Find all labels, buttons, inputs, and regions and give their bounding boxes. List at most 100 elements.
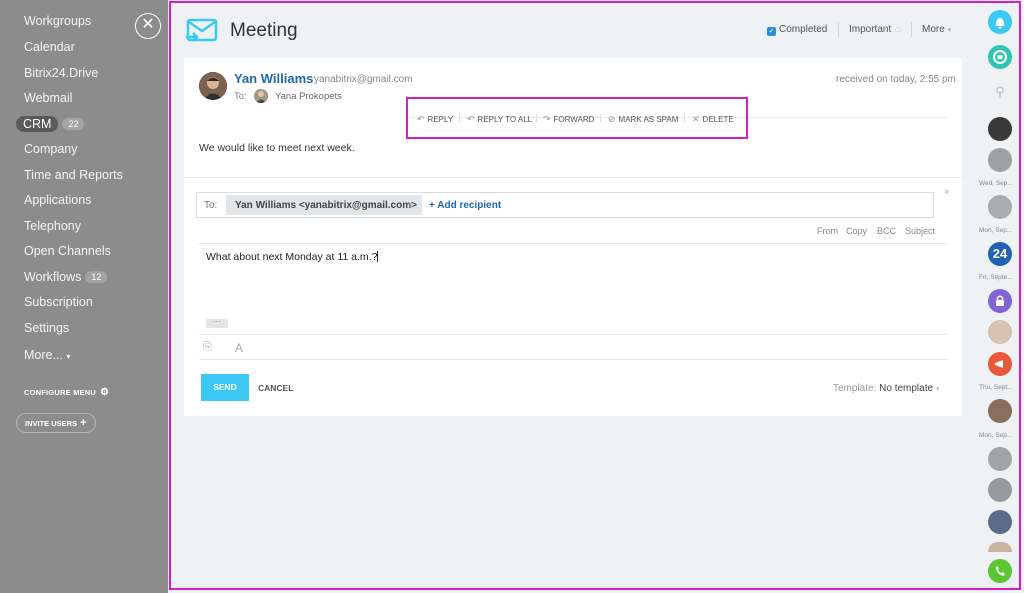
sidebar-item-open-channels[interactable]: Open Channels: [24, 244, 111, 258]
sidebar-item-applications[interactable]: Applications: [24, 193, 91, 207]
sidebar-item-telephony[interactable]: Telephony: [24, 219, 81, 233]
sender-email: yanabitrix@gmail.com: [314, 74, 413, 85]
chevron-down-icon: ▾: [66, 352, 71, 361]
sidebar-item-label: More...: [24, 348, 63, 362]
sidebar-item-company[interactable]: Company: [24, 142, 78, 156]
important-label: Important: [849, 24, 892, 35]
contact-avatar[interactable]: [988, 399, 1012, 423]
contact-avatar[interactable]: [988, 447, 1012, 471]
call-button[interactable]: [988, 559, 1012, 583]
sidebar-item-subscription[interactable]: Subscription: [24, 295, 93, 309]
sidebar-item-label: Subscription: [24, 295, 93, 309]
divider: [184, 177, 962, 178]
add-recipient-link[interactable]: + Add recipient: [429, 200, 501, 211]
template-value: No template: [879, 383, 934, 394]
contact-avatar[interactable]: [988, 117, 1012, 141]
editor-text: What about next Monday at 11 a.m.?: [206, 251, 378, 263]
sidebar-item-label: Time and Reports: [24, 168, 123, 182]
remove-recipient-icon[interactable]: ×: [408, 200, 413, 210]
chat-icon: [993, 50, 1007, 64]
sidebar-item-label: CRM: [16, 116, 59, 132]
contact-avatar[interactable]: [988, 148, 1012, 172]
contact-avatar[interactable]: [988, 320, 1012, 344]
copy-option[interactable]: Copy: [846, 226, 867, 236]
contact-date: Mon, Sep...: [979, 432, 1013, 439]
close-slider-button[interactable]: ✕: [135, 13, 161, 39]
sidebar-item-workflows[interactable]: Workflows 12: [24, 270, 108, 284]
avatar-photo: [254, 89, 268, 103]
message-body: We would like to meet next week.: [199, 142, 355, 154]
from-option[interactable]: From: [817, 226, 838, 236]
recipient-avatar: [254, 89, 268, 103]
sidebar-item-time-reports[interactable]: Time and Reports: [24, 168, 123, 182]
to-label: To:: [234, 91, 247, 102]
contact-avatar[interactable]: [988, 195, 1012, 219]
contact-avatar[interactable]: [988, 510, 1012, 534]
sidebar-item-label: Workgroups: [24, 14, 92, 28]
search-icon: ⚲: [995, 84, 1005, 99]
sidebar-item-label: Calendar: [24, 40, 75, 54]
divider: [838, 22, 839, 37]
counter-badge: 12: [85, 271, 108, 283]
announcement-chat-button[interactable]: [988, 352, 1012, 376]
counter-badge: 22: [62, 118, 85, 130]
received-timestamp: received on today, 2:55 pm: [836, 74, 956, 85]
template-selector[interactable]: Template: No template ▾: [833, 383, 939, 394]
sidebar-item-label: Workflows: [24, 270, 82, 284]
send-button[interactable]: SEND: [201, 374, 249, 401]
sidebar-item-crm[interactable]: CRM 22: [16, 116, 85, 132]
sidebar-item-label: Webmail: [24, 91, 73, 105]
private-chat-button[interactable]: [988, 289, 1012, 313]
invite-users-button[interactable]: INVITE USERS +: [16, 413, 96, 433]
chat-button[interactable]: [988, 45, 1012, 69]
close-icon: ✕: [141, 16, 155, 33]
chevron-down-icon: ▾: [947, 27, 952, 34]
configure-menu-button[interactable]: CONFIGURE MENU ⚙: [24, 387, 109, 398]
bcc-option[interactable]: BCC: [877, 226, 896, 236]
notifications-button[interactable]: [988, 10, 1012, 34]
sidebar-item-more[interactable]: More... ▾: [24, 348, 70, 362]
page-title: Meeting: [230, 20, 298, 41]
more-menu-button[interactable]: More ▾: [922, 24, 951, 35]
important-toggle[interactable]: Important ♨: [849, 24, 903, 35]
actions-highlight: [406, 97, 748, 139]
text-format-icon[interactable]: A: [235, 341, 243, 355]
close-compose-icon[interactable]: ×: [944, 187, 950, 198]
contact-date: Fri, Septe...: [979, 274, 1013, 281]
sidebar-item-label: Settings: [24, 321, 70, 335]
configure-menu-label: CONFIGURE MENU: [24, 388, 96, 397]
envelope-icon: [186, 18, 218, 42]
attach-file-icon[interactable]: ⎘: [203, 341, 212, 354]
contact-date: Mon, Sep...: [979, 227, 1013, 234]
sidebar-item-calendar[interactable]: Calendar: [24, 40, 75, 54]
checkbox-checked-icon: ✓: [767, 27, 776, 36]
divider: [199, 243, 948, 244]
completed-toggle[interactable]: ✓ Completed: [767, 24, 827, 36]
flame-icon: ♨: [894, 24, 903, 35]
message-editor[interactable]: What about next Monday at 11 a.m.?: [206, 251, 379, 263]
sidebar-item-webmail[interactable]: Webmail: [24, 91, 72, 105]
contact-avatar[interactable]: [988, 478, 1012, 502]
cancel-button[interactable]: CANCEL: [258, 383, 293, 393]
contact-avatar[interactable]: [988, 542, 1012, 552]
compose-to-label: To:: [204, 200, 218, 211]
sidebar-item-drive[interactable]: Bitrix24.Drive: [24, 66, 98, 80]
recipient-name-link[interactable]: Yana Prokopets: [275, 91, 342, 102]
contact-date: Thu, Sept...: [979, 384, 1013, 391]
recipient-chip-label: Yan Williams <yanabitrix@gmail.com>: [235, 200, 417, 211]
divider: [911, 22, 912, 37]
subject-option[interactable]: Subject: [905, 226, 935, 236]
sender-name-link[interactable]: Yan Williams: [234, 71, 313, 86]
bell-icon: [995, 18, 1005, 29]
plus-icon: +: [80, 417, 87, 429]
bitrix24-chat-button[interactable]: 24: [988, 242, 1012, 266]
bitrix24-logo: 24: [992, 246, 1008, 261]
sidebar-item-settings[interactable]: Settings: [24, 321, 69, 335]
sender-avatar[interactable]: [199, 72, 227, 100]
show-quote-button[interactable]: ···: [206, 318, 228, 328]
template-label: Template:: [833, 383, 877, 394]
gear-icon: ⚙: [99, 387, 110, 398]
divider: [199, 359, 948, 360]
sidebar-item-workgroups[interactable]: Workgroups: [24, 14, 91, 28]
search-button[interactable]: ⚲: [988, 80, 1012, 104]
